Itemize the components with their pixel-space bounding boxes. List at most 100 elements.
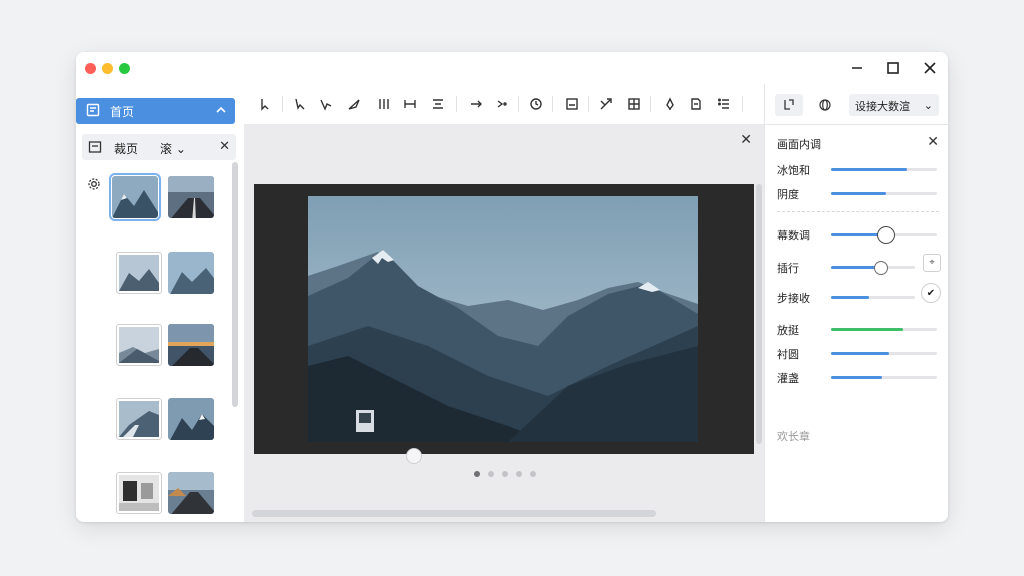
align-icon bbox=[433, 99, 443, 109]
title-bar bbox=[76, 52, 948, 84]
page-dot[interactable] bbox=[502, 471, 508, 477]
slider-fill bbox=[831, 296, 869, 299]
dots-icon bbox=[497, 100, 507, 108]
mountain-photo[interactable] bbox=[308, 196, 698, 442]
brush-tool[interactable] bbox=[344, 94, 364, 114]
adjustment-slider[interactable] bbox=[831, 261, 915, 275]
adjustment-slider[interactable] bbox=[831, 168, 937, 171]
image-scrub-handle[interactable] bbox=[406, 448, 422, 464]
pen-icon bbox=[666, 97, 674, 111]
app-window: 首页 裁页 滚 ⌄ ✕ ✕ 设接大数渲 ⌄ 画面内调 ✕ 冰饱和 阴度 幕数调 … bbox=[76, 52, 948, 522]
grid-icon bbox=[628, 98, 640, 110]
close-canvas-button[interactable]: ✕ bbox=[740, 132, 752, 148]
sidebar-scrollbar[interactable] bbox=[232, 162, 238, 407]
canvas-horizontal-scrollbar[interactable] bbox=[252, 510, 656, 517]
slider-thumb[interactable] bbox=[874, 261, 889, 275]
adjustment-slider[interactable] bbox=[831, 328, 937, 331]
page-dot[interactable] bbox=[530, 471, 536, 477]
gear-icon[interactable] bbox=[87, 176, 101, 195]
thumbnail-road[interactable] bbox=[168, 176, 214, 218]
grid-tool[interactable] bbox=[624, 94, 644, 114]
spacing-tool[interactable] bbox=[466, 94, 486, 114]
thumbnail-room[interactable] bbox=[116, 472, 162, 514]
page-dot[interactable] bbox=[516, 471, 522, 477]
check-icon[interactable]: ✔ bbox=[921, 283, 941, 303]
thumbnail-mountain[interactable] bbox=[116, 324, 162, 366]
adjustment-row: 阴度 bbox=[777, 186, 941, 202]
select-tool[interactable] bbox=[256, 94, 276, 114]
export-icon bbox=[566, 98, 578, 110]
canvas-area: ✕ bbox=[244, 124, 764, 522]
adjustment-slider[interactable] bbox=[831, 352, 937, 355]
chevron-up-icon[interactable] bbox=[215, 104, 227, 119]
close-panel-button[interactable]: ✕ bbox=[219, 139, 230, 154]
adjustment-label: 灌盏 bbox=[777, 372, 799, 385]
sidebar: 首页 裁页 滚 ⌄ ✕ bbox=[76, 84, 245, 522]
adjustment-slider[interactable] bbox=[831, 296, 915, 299]
toolbar-separator bbox=[588, 96, 589, 112]
page-dot[interactable] bbox=[488, 471, 494, 477]
thumbnail-mountain[interactable] bbox=[168, 252, 214, 294]
maximize-button[interactable] bbox=[882, 58, 904, 78]
adjustment-label: 阴度 bbox=[777, 188, 799, 201]
align-tool[interactable] bbox=[428, 94, 448, 114]
adjustment-slider[interactable] bbox=[831, 226, 937, 244]
thumbnail-mountain[interactable] bbox=[109, 173, 161, 221]
adjustment-label: 冰饱和 bbox=[777, 164, 810, 177]
close-panel-button[interactable]: ✕ bbox=[927, 134, 939, 150]
toolbar-separator bbox=[518, 96, 519, 112]
distribute-icon bbox=[404, 100, 416, 108]
distribute-tool[interactable] bbox=[400, 94, 420, 114]
close-window-button[interactable] bbox=[919, 58, 941, 78]
home-icon bbox=[86, 103, 100, 120]
adjustment-slider[interactable] bbox=[831, 376, 937, 379]
thumbnail-road[interactable] bbox=[116, 398, 162, 440]
globe-icon bbox=[819, 99, 831, 111]
lasso-tool[interactable] bbox=[316, 94, 336, 114]
dots-tool[interactable] bbox=[492, 94, 512, 114]
minimize-traffic-light[interactable] bbox=[102, 63, 113, 74]
toolbar-separator bbox=[742, 96, 743, 112]
thumbnail-mountain[interactable] bbox=[168, 398, 214, 440]
adjustment-label: 插行 bbox=[777, 262, 799, 275]
adjustment-label: 幕数调 bbox=[777, 229, 810, 242]
list-tool[interactable] bbox=[714, 94, 734, 114]
slider-fill bbox=[831, 328, 904, 331]
cursor-icon bbox=[261, 99, 269, 111]
canvas-vertical-scrollbar[interactable] bbox=[756, 184, 762, 444]
target-icon[interactable]: ⌖ bbox=[923, 254, 941, 272]
globe-button[interactable] bbox=[811, 94, 839, 116]
minimize-button[interactable] bbox=[846, 58, 868, 78]
pointer-tool[interactable] bbox=[290, 94, 310, 114]
layout-button[interactable] bbox=[775, 94, 803, 116]
flip-tool[interactable] bbox=[374, 94, 394, 114]
zoom-traffic-light[interactable] bbox=[119, 63, 130, 74]
slider-thumb[interactable] bbox=[877, 226, 896, 244]
render-dropdown-label: 设接大数渲 bbox=[855, 100, 910, 113]
maximize-icon bbox=[887, 62, 899, 74]
close-traffic-light[interactable] bbox=[85, 63, 96, 74]
slider-fill bbox=[831, 376, 882, 379]
adjustment-row: 步接收 ✔ bbox=[777, 283, 941, 306]
timer-tool[interactable] bbox=[526, 94, 546, 114]
pages-dropdown-label: 滚 bbox=[160, 142, 173, 156]
pen-tool[interactable] bbox=[660, 94, 680, 114]
pages-dropdown[interactable]: 滚 ⌄ bbox=[160, 140, 186, 157]
adjustment-slider[interactable] bbox=[831, 192, 937, 195]
thumbnail-mountain[interactable] bbox=[116, 252, 162, 294]
pages-panel-label: 裁页 bbox=[114, 142, 139, 156]
adjustment-row: 灌盏 bbox=[777, 370, 941, 386]
home-button[interactable]: 首页 bbox=[76, 98, 235, 124]
document-icon bbox=[691, 98, 701, 110]
toolbar-separator bbox=[552, 96, 553, 112]
render-dropdown[interactable]: 设接大数渲 ⌄ bbox=[849, 94, 939, 116]
thumbnail-road[interactable] bbox=[168, 472, 214, 514]
transform-tool[interactable] bbox=[596, 94, 616, 114]
thumbnail-road[interactable] bbox=[168, 324, 214, 366]
page-dot[interactable] bbox=[474, 471, 480, 477]
document-tool[interactable] bbox=[686, 94, 706, 114]
timer-icon bbox=[530, 98, 542, 110]
brush-icon bbox=[348, 99, 360, 110]
export-tool[interactable] bbox=[562, 94, 582, 114]
adjustment-label: 步接收 bbox=[777, 292, 810, 305]
